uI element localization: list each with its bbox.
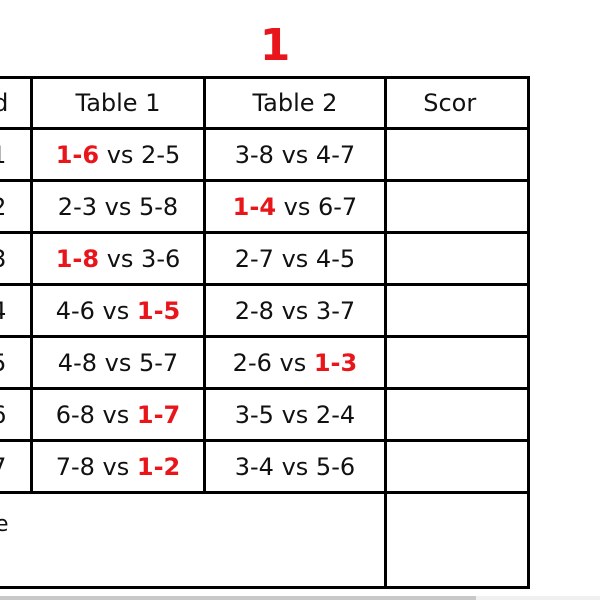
table-row: 66-8 vs 1-73-5 vs 2-4	[0, 387, 530, 442]
vs-label: vs	[97, 348, 139, 377]
table-1-matchup: 6-8 vs 1-7	[30, 387, 206, 442]
header-table-1: Table 1	[30, 76, 206, 130]
pair: 2-4	[315, 400, 356, 429]
pair: 2-3	[57, 192, 97, 221]
vs-label: vs	[271, 348, 314, 377]
schedule-table: und Table 1 Table 2 Scor 11-6 vs 2-53-8 …	[0, 76, 530, 589]
vs-label: vs	[273, 140, 316, 169]
table-2-matchup: 2-6 vs 1-3	[202, 335, 388, 390]
pair: 6-8	[55, 400, 95, 429]
pair: 4-8	[57, 348, 97, 377]
highlighted-pair: 1-4	[232, 192, 277, 221]
vs-label: vs	[273, 244, 316, 273]
table-row: 77-8 vs 1-23-4 vs 5-6	[0, 439, 530, 494]
highlighted-pair: 1-2	[136, 452, 181, 481]
vs-label: vs	[99, 244, 142, 273]
vs-label: vs	[94, 400, 137, 429]
round-number: 3	[0, 231, 34, 286]
highlighted-pair: 1-5	[136, 296, 181, 325]
score-cell[interactable]	[384, 387, 530, 442]
vs-label: vs	[273, 452, 316, 481]
pair: 3-8	[234, 140, 274, 169]
pair: 7-8	[55, 452, 95, 481]
round-number: 7	[0, 439, 34, 494]
table-1-matchup: 1-6 vs 2-5	[30, 127, 206, 182]
table-1-matchup: 7-8 vs 1-2	[30, 439, 206, 494]
highlighted-pair: 1-8	[55, 244, 100, 273]
total-label: ne	[0, 491, 388, 589]
table-2-matchup: 2-7 vs 4-5	[202, 231, 388, 286]
round-number: 1	[0, 127, 34, 182]
highlighted-pair: 1-3	[313, 348, 358, 377]
vs-label: vs	[94, 296, 137, 325]
round-number: 6	[0, 387, 34, 442]
table-2-matchup: 2-8 vs 3-7	[202, 283, 388, 338]
pair: 3-5	[234, 400, 274, 429]
pair: 4-6	[55, 296, 95, 325]
score-cell[interactable]	[384, 127, 530, 182]
table-row: 22-3 vs 5-81-4 vs 6-7	[0, 179, 530, 234]
pair: 2-5	[141, 140, 181, 169]
table-1-matchup: 4-8 vs 5-7	[30, 335, 206, 390]
header-table-2: Table 2	[202, 76, 388, 130]
header-row: und Table 1 Table 2 Scor	[0, 76, 530, 130]
table-row: 54-8 vs 5-72-6 vs 1-3	[0, 335, 530, 390]
vs-label: vs	[97, 192, 139, 221]
highlighted-pair: 1-6	[55, 140, 100, 169]
score-cell[interactable]	[384, 179, 530, 234]
pair: 2-8	[234, 296, 274, 325]
vs-label: vs	[273, 296, 316, 325]
table-1-matchup: 1-8 vs 3-6	[30, 231, 206, 286]
pair: 2-6	[232, 348, 272, 377]
vs-label: vs	[276, 192, 318, 221]
table-row: 31-8 vs 3-62-7 vs 4-5	[0, 231, 530, 286]
total-score-cell[interactable]	[384, 491, 530, 589]
pair: 4-5	[315, 244, 356, 273]
table-row: 11-6 vs 2-53-8 vs 4-7	[0, 127, 530, 182]
sheet-title: 1	[259, 20, 291, 71]
pair: 3-7	[315, 296, 356, 325]
score-cell[interactable]	[384, 283, 530, 338]
round-number: 5	[0, 335, 34, 390]
pair: 4-7	[315, 140, 356, 169]
round-number: 4	[0, 283, 34, 338]
total-row: ne	[0, 491, 530, 589]
vs-label: vs	[94, 452, 137, 481]
table-row: 44-6 vs 1-52-8 vs 3-7	[0, 283, 530, 338]
highlighted-pair: 1-7	[136, 400, 181, 429]
score-cell[interactable]	[384, 231, 530, 286]
scrollbar-thumb[interactable]	[0, 596, 476, 600]
score-cell[interactable]	[384, 335, 530, 390]
vs-label: vs	[99, 140, 142, 169]
table-2-matchup: 3-8 vs 4-7	[202, 127, 388, 182]
vs-label: vs	[273, 400, 316, 429]
pair: 5-8	[138, 192, 179, 221]
pair: 5-6	[315, 452, 356, 481]
table-1-matchup: 2-3 vs 5-8	[30, 179, 206, 234]
pair: 6-7	[318, 192, 358, 221]
pair: 3-6	[141, 244, 181, 273]
score-cell[interactable]	[384, 439, 530, 494]
table-2-matchup: 3-4 vs 5-6	[202, 439, 388, 494]
pair: 2-7	[234, 244, 274, 273]
header-round: und	[0, 76, 34, 130]
horizontal-scrollbar[interactable]	[0, 596, 600, 600]
header-score: Scor	[384, 76, 530, 130]
pair: 5-7	[138, 348, 179, 377]
table-1-matchup: 4-6 vs 1-5	[30, 283, 206, 338]
table-2-matchup: 1-4 vs 6-7	[202, 179, 388, 234]
round-number: 2	[0, 179, 34, 234]
pair: 3-4	[234, 452, 274, 481]
table-2-matchup: 3-5 vs 2-4	[202, 387, 388, 442]
